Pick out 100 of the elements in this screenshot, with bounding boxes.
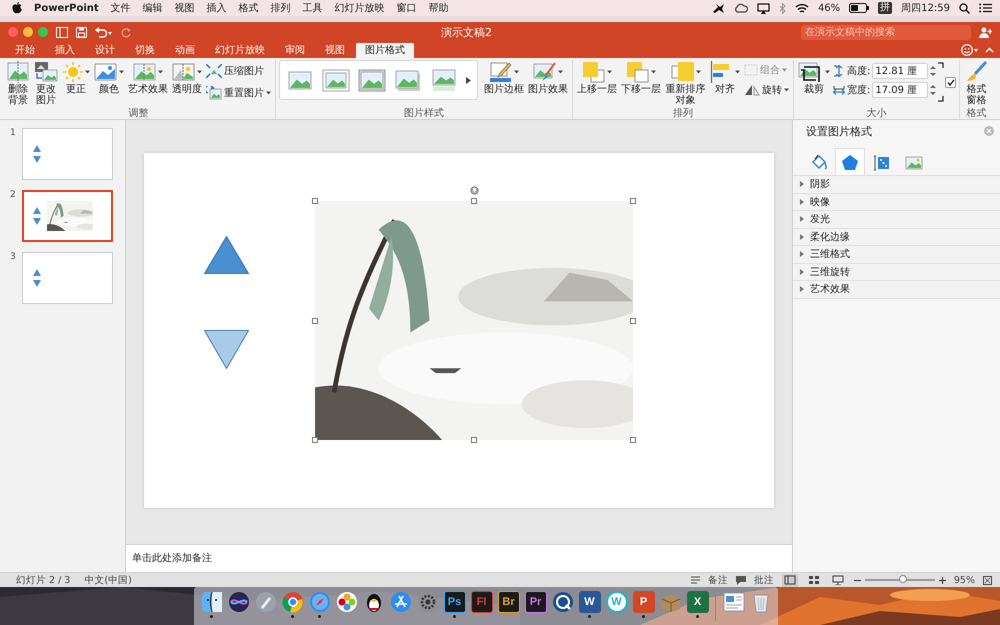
ribbon-tab[interactable]: 切换: [126, 43, 164, 58]
sidebar-icon[interactable]: [56, 26, 68, 38]
save-icon[interactable]: [76, 26, 87, 38]
section-header[interactable]: 三维旋转: [793, 264, 1000, 281]
ribbon-button[interactable]: 裁剪: [797, 60, 831, 96]
ribbon-tab[interactable]: 审阅: [276, 43, 314, 58]
comment-icon[interactable]: [736, 576, 746, 584]
app-name[interactable]: PowerPoint: [34, 2, 99, 14]
app-icon[interactable]: X: [686, 591, 708, 613]
ribbon-tab[interactable]: 设计: [86, 43, 124, 58]
menu-item[interactable]: 幻灯片放映: [334, 1, 385, 15]
language-label[interactable]: 中文(中国): [84, 574, 132, 586]
app-icon[interactable]: Fl: [470, 591, 492, 613]
fit-icon[interactable]: [983, 576, 992, 584]
wifi-icon[interactable]: [794, 2, 809, 14]
orb-icon[interactable]: [228, 591, 250, 613]
app-icon[interactable]: Pr: [524, 591, 546, 613]
lock-checkbox[interactable]: [945, 76, 956, 88]
picture-style-icon[interactable]: [394, 68, 422, 92]
ribbon-button[interactable]: 上移一层: [576, 60, 618, 96]
resize-handle[interactable]: [471, 437, 477, 443]
collapse-icon[interactable]: [985, 47, 994, 53]
add-person-icon[interactable]: [979, 26, 992, 38]
section-header[interactable]: 阴影: [793, 176, 1000, 194]
ribbon-button[interactable]: 对齐: [709, 60, 741, 96]
app-icon[interactable]: Ps: [444, 591, 466, 613]
resize-handle[interactable]: [630, 437, 636, 443]
ribbon-tab[interactable]: 插入: [46, 43, 84, 58]
app-icon[interactable]: Br: [498, 591, 520, 613]
menubar-clock[interactable]: 周四12:59: [901, 1, 950, 15]
finder-icon[interactable]: [200, 591, 222, 613]
more-arrow-icon[interactable]: [466, 76, 471, 84]
menu-item[interactable]: 插入: [206, 1, 227, 15]
cloud-icon[interactable]: [734, 3, 748, 13]
section-header[interactable]: 映像: [793, 194, 1000, 211]
size-field[interactable]: 17.09 厘: [872, 82, 928, 98]
app-icon[interactable]: P: [632, 591, 654, 613]
pane-tab[interactable]: [835, 148, 865, 175]
input-method-indicator[interactable]: 拼: [878, 2, 892, 14]
ribbon-tab[interactable]: 幻灯片放映: [206, 43, 274, 58]
menu-item[interactable]: 排列: [270, 1, 291, 15]
search-icon[interactable]: [959, 2, 970, 14]
menu-item[interactable]: 文件: [110, 1, 131, 15]
ribbon-button[interactable]: 格式窗格: [963, 60, 990, 107]
menu-item[interactable]: 视图: [174, 1, 195, 15]
slide-thumbnail[interactable]: [22, 252, 113, 304]
ribbon-tab[interactable]: 图片格式: [356, 43, 414, 58]
picture-style-icon[interactable]: [358, 68, 386, 92]
list-icon[interactable]: [979, 3, 992, 13]
resize-handle[interactable]: [312, 437, 318, 443]
resize-handle[interactable]: [630, 198, 636, 204]
ribbon-button[interactable]: 旋转: [743, 82, 790, 98]
play-circle-icon[interactable]: [552, 591, 574, 613]
section-header[interactable]: 柔化边缘: [793, 228, 1000, 246]
ribbon-button[interactable]: 重新排序对象: [664, 60, 707, 107]
flower-icon[interactable]: [336, 591, 358, 613]
rotate-handle[interactable]: [470, 186, 478, 195]
slider-thumb[interactable]: [899, 575, 908, 583]
notes-icon[interactable]: [690, 576, 700, 584]
app-store-icon[interactable]: [390, 591, 412, 613]
section-header[interactable]: 发光: [793, 211, 1000, 228]
resize-handle[interactable]: [630, 318, 636, 324]
notes-field[interactable]: 单击此处添加备注: [126, 544, 792, 572]
menu-item[interactable]: 窗口: [396, 1, 417, 15]
resize-handle[interactable]: [312, 198, 318, 204]
bluetooth-icon[interactable]: [778, 2, 786, 14]
menu-item[interactable]: 帮助: [428, 1, 449, 15]
browser-icon[interactable]: [282, 591, 304, 613]
ribbon-button[interactable]: 更正: [61, 60, 91, 96]
menu-item[interactable]: 工具: [302, 1, 323, 15]
comments-toggle[interactable]: 批注: [754, 574, 774, 586]
document-icon[interactable]: [722, 591, 744, 613]
view-button[interactable]: [782, 574, 798, 586]
box-icon[interactable]: [660, 591, 682, 613]
size-field[interactable]: 12.81 厘: [872, 63, 928, 79]
menu-item[interactable]: 格式: [238, 1, 259, 15]
ribbon-button[interactable]: 图片边框: [483, 60, 525, 96]
section-header[interactable]: 艺术效果: [793, 281, 1000, 298]
ribbon-tab[interactable]: 开始: [6, 43, 44, 58]
view-button[interactable]: [830, 574, 846, 586]
minimize-button[interactable]: [23, 27, 33, 37]
ribbon-button[interactable]: 透明度: [171, 60, 203, 96]
undo-icon[interactable]: [95, 26, 113, 38]
picture-style-icon[interactable]: [430, 68, 458, 92]
picture-style-icon[interactable]: [322, 68, 350, 92]
zoom-in-icon[interactable]: [938, 576, 946, 584]
notes-toggle[interactable]: 备注: [708, 574, 728, 586]
ribbon-button[interactable]: 删除背景: [5, 60, 31, 107]
picture-style-icon[interactable]: [286, 68, 314, 92]
section-header[interactable]: 三维格式: [793, 246, 1000, 264]
ribbon-button[interactable]: 压缩图片: [205, 62, 272, 80]
ribbon-button[interactable]: 图片效果: [527, 60, 569, 96]
airplay-icon[interactable]: [756, 2, 770, 14]
ribbon-tab[interactable]: 视图: [316, 43, 354, 58]
battery-icon[interactable]: [849, 3, 870, 13]
resize-handle[interactable]: [312, 318, 318, 324]
slide-thumbnail[interactable]: [22, 190, 113, 242]
ribbon-tab[interactable]: 动画: [166, 43, 204, 58]
menu-item[interactable]: 编辑: [142, 1, 163, 15]
ribbon-button[interactable]: 艺术效果: [127, 60, 169, 96]
